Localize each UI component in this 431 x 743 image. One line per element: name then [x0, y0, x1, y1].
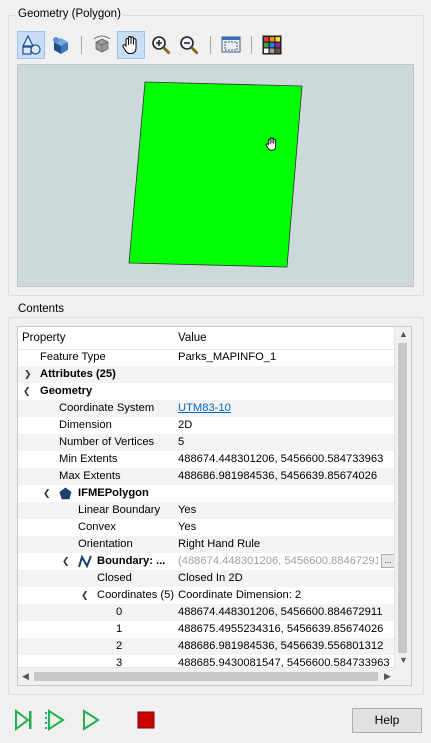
tree-row-coordinate-2[interactable]: 2 488686.981984536, 5456639.556801312	[18, 638, 396, 655]
vertical-scrollbar[interactable]: ▲ ▼	[394, 327, 411, 669]
boundary-more-button[interactable]: ...	[381, 554, 395, 568]
hand-cursor-icon	[265, 137, 277, 151]
tree-row-dimension[interactable]: Dimension 2D	[18, 417, 396, 434]
zoom-in-button[interactable]	[147, 31, 175, 59]
vertical-scroll-thumb[interactable]	[398, 343, 407, 653]
zoom-extents-icon	[221, 36, 241, 53]
contents-group-title: Contents	[16, 303, 67, 315]
pan-hand-icon	[122, 35, 137, 54]
zoom-out-button[interactable]	[175, 31, 203, 59]
horizontal-scroll-thumb[interactable]	[34, 672, 378, 681]
scroll-left-icon[interactable]: ◀	[22, 671, 29, 682]
toolbar-separator	[81, 36, 82, 54]
color-grid-icon	[262, 35, 282, 55]
toolbar-separator	[210, 36, 211, 54]
property-label: Feature Type	[40, 351, 106, 363]
3d-view-icon	[53, 37, 68, 54]
rotate-button[interactable]	[88, 31, 116, 59]
3d-view-button[interactable]	[47, 31, 75, 59]
tree-row-number-of-vertices[interactable]: Number of Vertices 5	[18, 434, 396, 451]
scroll-down-icon[interactable]: ▼	[399, 655, 408, 665]
property-value: Right Hand Rule	[178, 538, 261, 550]
scroll-up-icon[interactable]: ▲	[399, 329, 408, 339]
tree-row-coordinate-0[interactable]: 0 488674.448301206, 5456600.884672911	[18, 604, 396, 621]
play-icon	[83, 709, 100, 731]
scroll-right-icon[interactable]: ▶	[384, 671, 391, 682]
property-value: 488686.981984536, 5456639.556801312	[178, 640, 384, 652]
tree-row-feature-type[interactable]: Feature Type Parks_MAPINFO_1	[18, 349, 396, 366]
tree-row-convex[interactable]: Convex Yes	[18, 519, 396, 536]
stop-icon	[137, 711, 155, 729]
stop-button[interactable]	[135, 709, 157, 731]
zoom-extents-button[interactable]	[217, 31, 245, 59]
property-value: Yes	[178, 521, 197, 533]
run-button[interactable]	[80, 709, 102, 731]
tree-row-coordinates[interactable]: ❮ Coordinates (5) Coordinate Dimension: …	[18, 587, 396, 604]
step-icon	[15, 709, 32, 731]
tree-header: Property Value	[18, 327, 396, 350]
tree-row-orientation[interactable]: Orientation Right Hand Rule	[18, 536, 396, 553]
select-tool-button[interactable]	[17, 31, 45, 59]
coordinate-system-link[interactable]: UTM83-10	[178, 400, 396, 417]
property-value: 488686.981984536, 5456639.85674026	[178, 470, 378, 482]
tree-row-coordinate-system[interactable]: Coordinate System UTM83-10	[18, 400, 396, 417]
tree-row-linear-boundary[interactable]: Linear Boundary Yes	[18, 502, 396, 519]
property-label: IFMEPolygon	[78, 487, 149, 499]
toolbar-separator	[251, 36, 252, 54]
property-label: Geometry	[40, 385, 93, 397]
color-grid-button[interactable]	[258, 31, 286, 59]
property-value: Closed In 2D	[178, 572, 243, 584]
run-all-icon	[45, 709, 65, 731]
property-value: Yes	[178, 504, 197, 516]
select-icon	[22, 34, 41, 55]
tree-row-closed[interactable]: Closed Closed In 2D	[18, 570, 396, 587]
tree-row-max-extents[interactable]: Max Extents 488686.981984536, 5456639.85…	[18, 468, 396, 485]
property-label: Attributes (25)	[40, 368, 116, 380]
tree-row-ifmepolygon[interactable]: ❮ IFMEPolygon	[18, 485, 396, 502]
property-value: 5	[178, 436, 185, 448]
column-header-property[interactable]: Property	[22, 332, 65, 344]
column-header-value[interactable]: Value	[178, 332, 207, 344]
help-button[interactable]: Help	[352, 708, 422, 733]
property-value: 488675.4955234316, 5456639.85674026	[178, 623, 384, 635]
property-value: (488674.448301206, 5456600.88467291...	[178, 555, 378, 567]
run-to-end-button[interactable]	[44, 709, 66, 731]
zoom-in-icon	[152, 36, 171, 55]
property-value: 488674.448301206, 5456600.884672911	[178, 606, 383, 618]
step-button[interactable]	[12, 709, 34, 731]
tree-row-geometry[interactable]: ❮ Geometry	[18, 383, 396, 400]
property-value: 488674.448301206, 5456600.584733963	[178, 453, 384, 465]
feature-properties-tree[interactable]: Property Value Feature Type Parks_MAPINF…	[17, 326, 412, 686]
pan-button[interactable]	[117, 31, 145, 59]
geometry-group-title: Geometry (Polygon)	[16, 8, 123, 20]
geometry-toolbar	[15, 31, 415, 59]
tree-row-min-extents[interactable]: Min Extents 488674.448301206, 5456600.58…	[18, 451, 396, 468]
tree-row-attributes[interactable]: ❯ Attributes (25)	[18, 366, 396, 383]
property-value: Parks_MAPINFO_1	[178, 351, 277, 363]
property-value: 2D	[178, 419, 193, 431]
scroll-corner	[395, 668, 411, 685]
tree-row-boundary[interactable]: ❮ Boundary: ... (488674.448301206, 54566…	[18, 553, 396, 570]
property-value: Coordinate Dimension: 2	[178, 589, 302, 601]
zoom-out-icon	[180, 36, 199, 55]
tree-row-coordinate-1[interactable]: 1 488675.4955234316, 5456639.85674026	[18, 621, 396, 638]
polygon-shape	[128, 81, 303, 268]
geometry-map-view[interactable]	[17, 64, 414, 287]
rotate-icon	[93, 35, 111, 53]
horizontal-scrollbar[interactable]: ◀ ▶	[18, 667, 396, 685]
